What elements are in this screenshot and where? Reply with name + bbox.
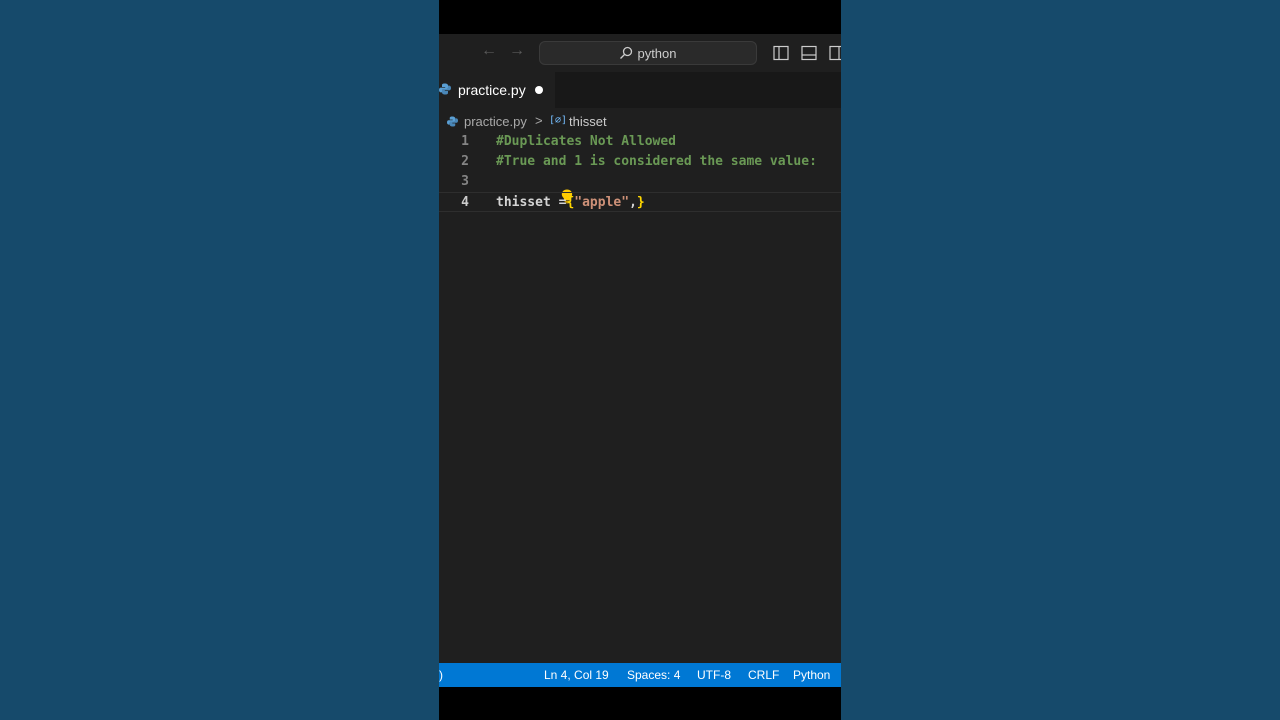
string-literal: "apple" (574, 195, 630, 210)
code-line-4[interactable]: 4 thisset ={"apple",} (439, 192, 841, 212)
status-language[interactable]: Python (793, 668, 830, 682)
breadcrumb-file[interactable]: practice.py (464, 114, 527, 129)
status-bar: ) Ln 4, Col 19 Spaces: 4 UTF-8 CRLF Pyth… (439, 663, 841, 687)
status-cursor-position[interactable]: Ln 4, Col 19 (544, 668, 609, 682)
line-number: 2 (461, 154, 469, 169)
code-text: #Duplicates Not Allowed (496, 134, 677, 149)
tab-practice-py[interactable]: practice.py (439, 72, 555, 108)
variable-symbol-icon: [∅] (549, 115, 568, 126)
phone-frame: ← → python practice.py practice.py > [∅]… (439, 0, 841, 720)
editor-area[interactable]: practice.py > [∅] thisset 1 #Duplicates … (439, 108, 841, 663)
line-number: 1 (461, 134, 469, 149)
status-encoding[interactable]: UTF-8 (697, 668, 731, 682)
line-number: 3 (461, 174, 469, 189)
title-bar: ← → python (439, 34, 841, 72)
toggle-secondary-sidebar-icon[interactable] (829, 45, 841, 61)
forward-arrow-icon[interactable]: → (509, 42, 525, 60)
line-number: 4 (461, 195, 469, 210)
comma: , (629, 195, 637, 210)
search-icon (620, 46, 633, 59)
close-brace: } (636, 195, 645, 210)
status-indentation[interactable]: Spaces: 4 (627, 668, 680, 682)
toggle-panel-icon[interactable] (801, 45, 817, 61)
toggle-primary-sidebar-icon[interactable] (773, 45, 789, 61)
editor-tab-bar: practice.py (439, 72, 841, 108)
code-line-2[interactable]: 2 #True and 1 is considered the same val… (439, 152, 841, 172)
back-arrow-icon[interactable]: ← (481, 42, 497, 60)
python-icon (439, 83, 451, 95)
status-eol[interactable]: CRLF (748, 668, 779, 682)
breadcrumb-symbol[interactable]: thisset (569, 114, 607, 129)
unsaved-dot-icon[interactable] (535, 86, 543, 94)
breadcrumb-python-icon (447, 116, 458, 127)
breadcrumb-separator-icon: > (535, 113, 543, 128)
status-left[interactable]: ) (439, 668, 443, 682)
code-text: thisset ={"apple",} (496, 195, 645, 210)
breadcrumb: practice.py > [∅] thisset (439, 112, 841, 130)
tab-label: practice.py (458, 82, 526, 98)
code-text: #True and 1 is considered the same value… (496, 154, 817, 169)
code-line-3[interactable]: 3 (439, 172, 841, 204)
search-text: python (637, 45, 677, 61)
command-center-search[interactable]: python (539, 41, 757, 65)
code-line-1[interactable]: 1 #Duplicates Not Allowed (439, 132, 841, 152)
identifier: thisset = (496, 195, 567, 210)
